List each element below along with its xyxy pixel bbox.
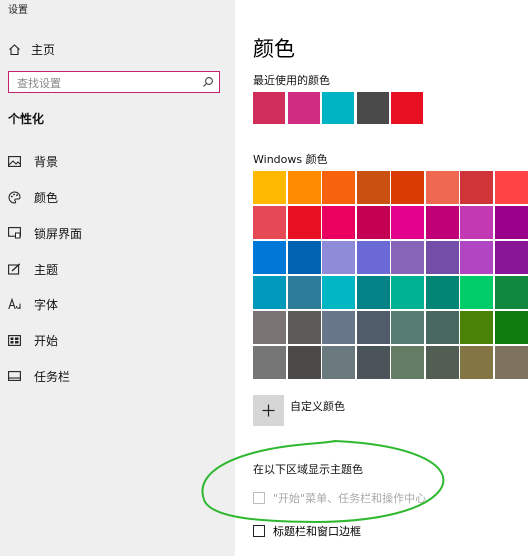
nav-home[interactable]: 主页 (8, 40, 55, 58)
color-swatch[interactable] (253, 311, 286, 344)
title-bars-checkbox[interactable] (253, 525, 265, 537)
color-swatch[interactable] (253, 171, 286, 204)
sidebar-item-label: 锁屏界面 (34, 226, 83, 241)
color-swatch[interactable] (322, 171, 355, 204)
color-swatch[interactable] (460, 346, 493, 379)
color-swatch[interactable] (460, 206, 493, 239)
color-swatch[interactable] (494, 311, 528, 344)
recent-color-swatch[interactable] (322, 92, 354, 124)
recent-color-swatch[interactable] (356, 92, 389, 124)
color-swatch[interactable] (356, 241, 390, 274)
palette-icon (8, 190, 21, 204)
color-swatch[interactable] (287, 311, 321, 344)
color-swatch[interactable] (391, 206, 424, 239)
sidebar-item-colors[interactable]: 颜色 (8, 188, 58, 206)
color-swatch[interactable] (356, 171, 390, 204)
color-swatch[interactable] (425, 311, 459, 344)
taskbar-icon (8, 371, 21, 381)
sidebar-item-label: 字体 (34, 297, 59, 312)
color-swatch[interactable] (425, 241, 459, 274)
sidebar-item-fonts[interactable]: 字体 (8, 295, 58, 313)
color-swatch[interactable] (287, 171, 321, 204)
custom-color-button[interactable] (253, 395, 284, 426)
color-swatch[interactable] (356, 311, 390, 344)
color-swatch[interactable] (322, 311, 355, 344)
color-swatch[interactable] (356, 346, 390, 379)
color-swatch[interactable] (287, 346, 321, 379)
color-swatch[interactable] (425, 206, 459, 239)
show-accent-heading: 在以下区域显示主题色 (253, 463, 363, 476)
option-title-bars[interactable]: 标题栏和窗口边框 (253, 523, 361, 539)
color-swatch[interactable] (391, 241, 424, 274)
color-swatch[interactable] (253, 241, 286, 274)
font-icon (8, 298, 21, 310)
color-swatch[interactable] (253, 346, 286, 379)
color-swatch[interactable] (494, 206, 528, 239)
color-swatch[interactable] (322, 241, 355, 274)
recent-colors-heading: 最近使用的颜色 (253, 74, 330, 87)
color-swatch[interactable] (425, 276, 459, 309)
section-title: 个性化 (8, 112, 45, 126)
sidebar-item-background[interactable]: 背景 (8, 152, 58, 170)
window-title: 设置 (8, 5, 28, 16)
page-title: 颜色 (253, 37, 295, 61)
color-swatch[interactable] (322, 206, 355, 239)
theme-icon (8, 263, 21, 275)
picture-icon (8, 155, 21, 167)
color-swatch[interactable] (391, 171, 424, 204)
search-icon[interactable] (202, 76, 214, 88)
search-box[interactable] (8, 71, 220, 93)
color-swatch[interactable] (494, 346, 528, 379)
option-start-taskbar[interactable]: "开始"菜单、任务栏和操作中心 (253, 490, 426, 506)
sidebar-item-label: 任务栏 (34, 369, 71, 384)
color-swatch[interactable] (356, 276, 390, 309)
color-swatch[interactable] (391, 276, 424, 309)
recent-color-swatch[interactable] (391, 92, 423, 124)
color-swatch[interactable] (460, 241, 493, 274)
color-swatch[interactable] (322, 346, 355, 379)
color-swatch[interactable] (287, 241, 321, 274)
sidebar-item-label: 颜色 (34, 190, 59, 205)
content-pane: 颜色 最近使用的颜色 Windows 颜色 自定义颜色 在以下区域显示主题色 "… (235, 0, 531, 556)
color-swatch[interactable] (356, 206, 390, 239)
color-swatch[interactable] (253, 206, 286, 239)
sidebar-item-label: 开始 (34, 333, 59, 348)
title-bars-label: 标题栏和窗口边框 (273, 525, 361, 538)
color-swatch[interactable] (391, 311, 424, 344)
color-swatch[interactable] (494, 171, 528, 204)
custom-color-label[interactable]: 自定义颜色 (290, 398, 345, 414)
color-swatch[interactable] (253, 276, 286, 309)
sidebar-item-lockscreen[interactable]: 锁屏界面 (8, 224, 82, 242)
color-swatch[interactable] (391, 346, 424, 379)
sidebar: 设置 主页 个性化 背景 颜色 锁屏界面 主题 字体 开始 任务栏 (0, 0, 235, 556)
lock-screen-icon (8, 227, 21, 239)
color-swatch[interactable] (460, 276, 493, 309)
start-taskbar-label: "开始"菜单、任务栏和操作中心 (273, 492, 427, 505)
color-swatch[interactable] (425, 171, 459, 204)
sidebar-item-label: 主题 (34, 262, 59, 277)
color-swatch[interactable] (494, 276, 528, 309)
color-swatch[interactable] (287, 206, 321, 239)
sidebar-item-label: 背景 (34, 154, 59, 169)
start-icon (8, 334, 21, 346)
nav-home-label: 主页 (31, 42, 56, 57)
search-input[interactable] (15, 74, 199, 92)
sidebar-item-start[interactable]: 开始 (8, 331, 58, 349)
color-swatch[interactable] (460, 171, 493, 204)
color-swatch[interactable] (322, 276, 355, 309)
start-taskbar-checkbox[interactable] (253, 492, 265, 504)
recent-color-swatch[interactable] (253, 92, 285, 124)
sidebar-item-taskbar[interactable]: 任务栏 (8, 367, 70, 385)
plus-icon (262, 404, 275, 417)
color-swatch[interactable] (494, 241, 528, 274)
color-swatch[interactable] (460, 311, 493, 344)
sidebar-item-themes[interactable]: 主题 (8, 260, 58, 278)
color-swatch[interactable] (287, 276, 321, 309)
windows-colors-heading: Windows 颜色 (253, 153, 328, 166)
home-icon (9, 43, 20, 55)
color-swatch[interactable] (425, 346, 459, 379)
recent-color-swatch[interactable] (287, 92, 320, 124)
